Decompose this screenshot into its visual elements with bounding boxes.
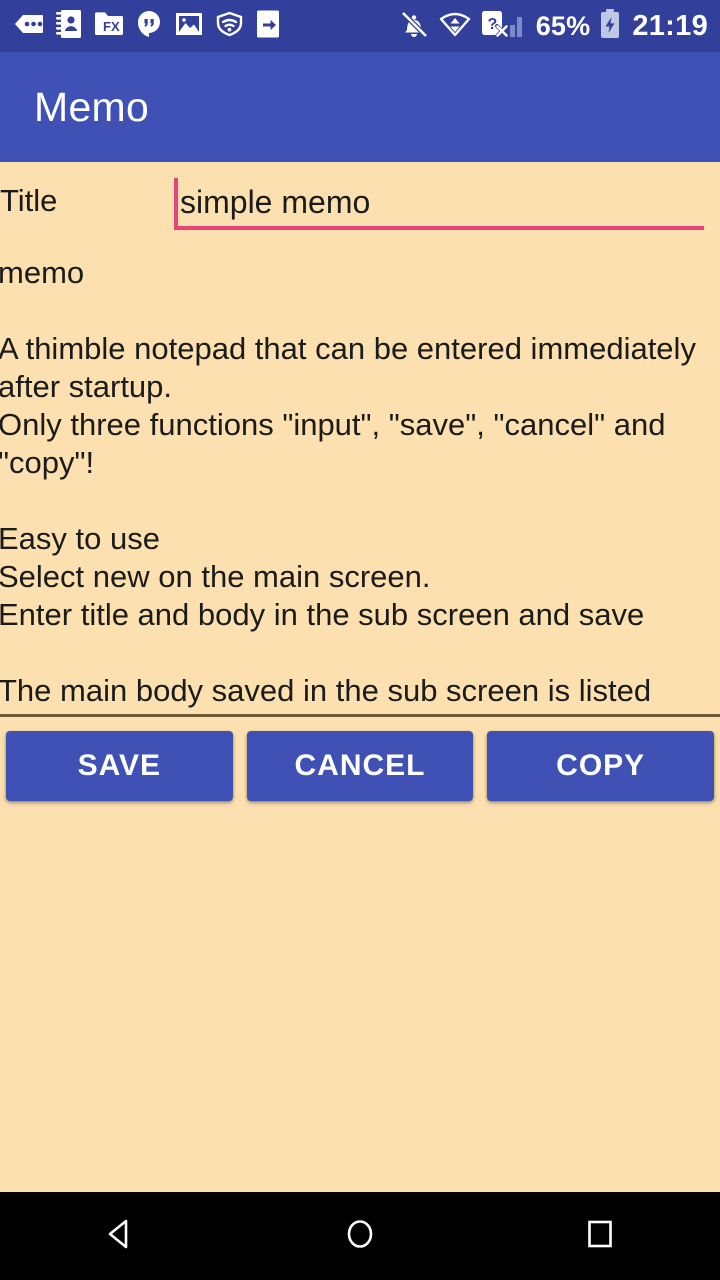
page-title: Memo xyxy=(34,83,150,130)
nav-back-button[interactable] xyxy=(60,1192,180,1280)
android-navigation-bar xyxy=(0,1192,720,1280)
body-input-value: memo A thimble notepad that can be enter… xyxy=(0,255,696,708)
recents-icon xyxy=(581,1215,619,1258)
title-label: Title xyxy=(0,183,58,218)
memo-editor-screen: Title simple memo memo A thimble notepad… xyxy=(0,162,720,1192)
vpn-shield-icon xyxy=(216,11,243,42)
contacts-icon xyxy=(56,9,82,44)
save-button[interactable]: SAVE xyxy=(6,731,233,801)
title-row: Title simple memo xyxy=(0,162,720,240)
cancel-button[interactable]: CANCEL xyxy=(246,731,474,801)
file-commander-icon: FX xyxy=(94,10,124,42)
action-button-row: SAVE CANCEL COPY xyxy=(0,717,720,801)
status-bar-system-icons: ? 65% 21:19 xyxy=(398,8,708,45)
back-icon xyxy=(101,1215,139,1258)
app-bar: Memo xyxy=(0,52,720,162)
status-bar-notification-icons: FX xyxy=(14,9,281,44)
hangouts-icon xyxy=(136,10,162,43)
screen-share-icon xyxy=(255,9,281,44)
status-bar-clock: 21:19 xyxy=(632,9,708,42)
messages-icon xyxy=(14,11,44,42)
copy-button[interactable]: COPY xyxy=(487,731,715,801)
nav-recents-button[interactable] xyxy=(540,1192,660,1280)
mute-ringer-icon xyxy=(398,8,430,45)
body-input[interactable]: memo A thimble notepad that can be enter… xyxy=(0,254,720,717)
text-caret xyxy=(174,178,178,228)
status-bar: FX ? 65% 21:19 xyxy=(0,0,720,52)
title-field-wrap: simple memo xyxy=(174,178,712,230)
battery-percent-label: 65% xyxy=(535,10,591,41)
battery-charging-icon xyxy=(599,8,621,45)
wifi-icon xyxy=(439,10,471,43)
title-input[interactable]: simple memo xyxy=(174,178,704,230)
nav-home-button[interactable] xyxy=(300,1192,420,1280)
home-icon xyxy=(341,1215,379,1258)
title-input-value: simple memo xyxy=(180,184,371,220)
photo-icon xyxy=(174,11,204,42)
signal-bars-icon xyxy=(509,9,527,44)
svg-text:FX: FX xyxy=(103,19,120,34)
no-sim-icon: ? xyxy=(480,9,510,44)
